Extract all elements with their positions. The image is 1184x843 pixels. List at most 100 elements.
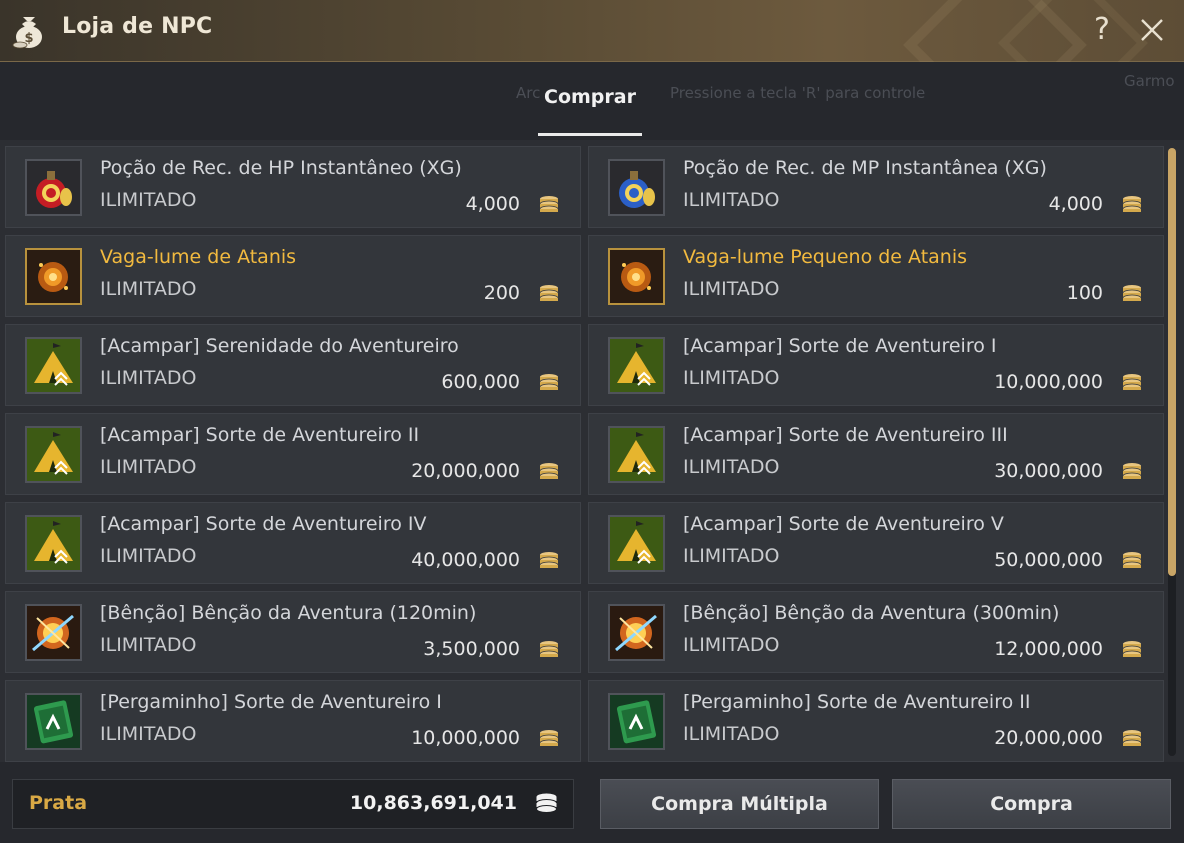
item-price: 3,500,000 [423, 638, 520, 660]
item-icon-frame [608, 337, 665, 394]
item-icon-frame [608, 604, 665, 661]
item-name: Vaga-lume Pequeno de Atanis [683, 246, 968, 268]
money-bag-icon: $ [12, 17, 42, 49]
tab-active-indicator [538, 133, 642, 136]
multi-buy-button[interactable]: Compra Múltipla [600, 779, 879, 829]
shop-item-card[interactable]: Poção de Rec. de MP Instantânea (XG) ILIM… [588, 146, 1164, 228]
item-name: Poção de Rec. de MP Instantânea (XG) [683, 157, 1047, 179]
item-price: 12,000,000 [994, 638, 1103, 660]
item-name: [Pergaminho] Sorte de Aventureiro II [683, 691, 1031, 713]
tab-label: Comprar [544, 86, 636, 108]
item-name: [Pergaminho] Sorte de Aventureiro I [100, 691, 442, 713]
item-limit: ILIMITADO [100, 723, 197, 745]
silver-coins-icon [539, 552, 559, 569]
shop-item-card[interactable]: [Acampar] Serenidade do Aventureiro ILIMI… [5, 324, 581, 406]
footer: Prata 10,863,691,041 Compra Múltipla Com… [0, 762, 1184, 843]
item-price: 50,000,000 [994, 549, 1103, 571]
item-price: 100 [1066, 282, 1103, 304]
shop-item-card[interactable]: [Acampar] Sorte de Aventureiro III ILIMIT… [588, 413, 1164, 495]
item-icon-frame [25, 693, 82, 750]
item-limit: ILIMITADO [683, 456, 780, 478]
tab-comprar[interactable]: Comprar [538, 86, 642, 136]
item-price: 10,000,000 [411, 727, 520, 749]
item-icon-frame [608, 248, 665, 305]
silver-coins-icon [539, 463, 559, 480]
camp-tent-icon [610, 339, 663, 392]
hp-potion-icon [27, 161, 80, 214]
title-bar: $ Loja de NPC ? [0, 0, 1184, 137]
currency-display: Prata 10,863,691,041 [12, 779, 574, 829]
item-name: [Acampar] Sorte de Aventureiro IV [100, 513, 427, 535]
close-icon[interactable] [1138, 16, 1166, 44]
shop-item-card[interactable]: [Acampar] Sorte de Aventureiro II ILIMITA… [5, 413, 581, 495]
shop-item-card[interactable]: [Acampar] Sorte de Aventureiro I ILIMITAD… [588, 324, 1164, 406]
item-limit: ILIMITADO [683, 634, 780, 656]
item-limit: ILIMITADO [100, 367, 197, 389]
shop-item-card[interactable]: [Acampar] Sorte de Aventureiro V ILIMITAD… [588, 502, 1164, 584]
item-icon-frame [608, 693, 665, 750]
item-price: 10,000,000 [994, 371, 1103, 393]
item-icon-frame [25, 159, 82, 216]
item-icon-frame [608, 515, 665, 572]
item-icon-frame [25, 248, 82, 305]
background-hint-left: Arc [516, 84, 541, 102]
shop-item-card[interactable]: [Pergaminho] Sorte de Aventureiro I ILIMI… [5, 680, 581, 762]
item-price: 20,000,000 [994, 727, 1103, 749]
item-limit: ILIMITADO [100, 634, 197, 656]
item-limit: ILIMITADO [683, 367, 780, 389]
camp-tent-icon [27, 339, 80, 392]
item-icon-frame [608, 426, 665, 483]
shop-item-card[interactable]: Vaga-lume de Atanis ILIMITADO 200 [5, 235, 581, 317]
shop-item-card[interactable]: Poção de Rec. de HP Instantâneo (XG) ILIM… [5, 146, 581, 228]
item-limit: ILIMITADO [100, 278, 197, 300]
tab-bar: Arc Pressione a tecla 'R' para controle … [0, 62, 1184, 140]
item-price: 4,000 [1048, 193, 1103, 215]
item-price: 200 [483, 282, 520, 304]
item-icon-frame [25, 426, 82, 483]
item-icon-frame [608, 159, 665, 216]
mp-potion-icon [610, 161, 663, 214]
help-button[interactable]: ? [1088, 12, 1116, 48]
item-icon-frame [25, 604, 82, 661]
silver-coins-icon [536, 793, 557, 813]
item-name: [Acampar] Sorte de Aventureiro III [683, 424, 1008, 446]
silver-coins-icon [1122, 730, 1142, 747]
item-list: Poção de Rec. de HP Instantâneo (XG) ILIM… [0, 140, 1184, 762]
camp-tent-icon [27, 517, 80, 570]
scroll-icon [610, 695, 663, 748]
silver-coins-icon [1122, 196, 1142, 213]
silver-coins-icon [539, 285, 559, 302]
silver-coins-icon [539, 374, 559, 391]
item-limit: ILIMITADO [100, 456, 197, 478]
shop-item-card[interactable]: [Pergaminho] Sorte de Aventureiro II ILIM… [588, 680, 1164, 762]
item-name: [Acampar] Sorte de Aventureiro V [683, 513, 1004, 535]
item-price: 600,000 [441, 371, 520, 393]
shop-item-card[interactable]: [Acampar] Sorte de Aventureiro IV ILIMITA… [5, 502, 581, 584]
silver-coins-icon [1122, 552, 1142, 569]
buy-button[interactable]: Compra [892, 779, 1171, 829]
silver-coins-icon [539, 196, 559, 213]
item-name: [Bênção] Bênção da Aventura (120min) [100, 602, 477, 624]
silver-coins-icon [1122, 641, 1142, 658]
shop-item-card[interactable]: Vaga-lume Pequeno de Atanis ILIMITADO 100 [588, 235, 1164, 317]
silver-coins-icon [539, 730, 559, 747]
shop-item-card[interactable]: [Bênção] Bênção da Aventura (300min) ILIM… [588, 591, 1164, 673]
silver-coins-icon [1122, 285, 1142, 302]
item-icon-frame [25, 337, 82, 394]
item-price: 40,000,000 [411, 549, 520, 571]
silver-coins-icon [1122, 463, 1142, 480]
camp-tent-icon [27, 428, 80, 481]
scrollbar-thumb[interactable] [1168, 148, 1176, 576]
scrollbar[interactable] [1168, 148, 1176, 756]
currency-amount: 10,863,691,041 [349, 792, 517, 814]
item-price: 20,000,000 [411, 460, 520, 482]
item-name: [Acampar] Sorte de Aventureiro I [683, 335, 997, 357]
firefly-icon [27, 250, 80, 303]
shop-item-card[interactable]: [Bênção] Bênção da Aventura (120min) ILIM… [5, 591, 581, 673]
blessing-icon [610, 606, 663, 659]
background-hint-right: Pressione a tecla 'R' para controle [670, 84, 926, 102]
background-hint-far: Garmo [1124, 72, 1175, 90]
item-name: Poção de Rec. de HP Instantâneo (XG) [100, 157, 462, 179]
camp-tent-icon [610, 517, 663, 570]
camp-tent-icon [610, 428, 663, 481]
